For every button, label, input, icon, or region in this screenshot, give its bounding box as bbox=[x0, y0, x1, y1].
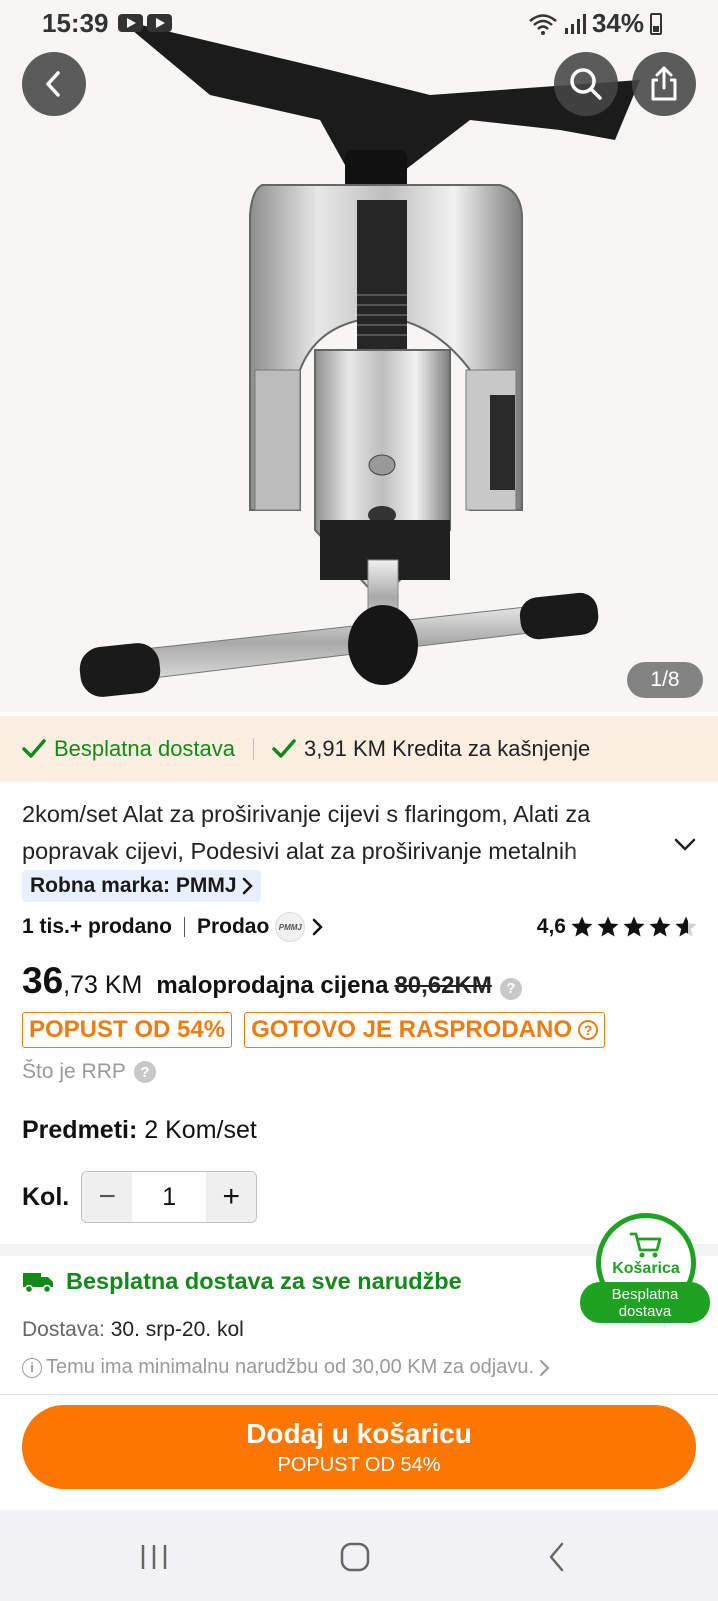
status-right: 34% bbox=[528, 8, 662, 39]
add-to-cart-button[interactable]: Dodaj u košaricu POPUST OD 54% bbox=[22, 1405, 696, 1489]
discount-badge-label: POPUST OD 54% bbox=[29, 1016, 226, 1043]
sold-out-badge[interactable]: GOTOVO JE RASPRODANO ? bbox=[244, 1012, 606, 1048]
battery-icon bbox=[650, 12, 662, 35]
seller-prefix: Prodao bbox=[196, 915, 270, 938]
info-icon: i bbox=[22, 1357, 42, 1378]
star-icon bbox=[597, 916, 619, 937]
chevron-right-icon bbox=[540, 1359, 550, 1376]
rrp-value: 80,62KM bbox=[394, 972, 492, 999]
seller-link[interactable]: Prodao PMMJ bbox=[196, 912, 324, 942]
notification-icons bbox=[118, 14, 172, 32]
gallery-counter: 1/8 bbox=[627, 662, 703, 698]
meta-divider bbox=[183, 917, 185, 937]
chevron-down-icon[interactable] bbox=[674, 838, 696, 852]
minimum-order-text: Temu ima minimalnu narudžbu od 30,00 KM … bbox=[46, 1356, 535, 1378]
add-to-cart-label: Dodaj u košaricu bbox=[246, 1417, 472, 1449]
help-icon: ? bbox=[133, 1061, 156, 1083]
price-row: 36 ,73 KM maloprodajna cijena 80,62KM ? bbox=[22, 960, 522, 1002]
cart-label: Košarica bbox=[612, 1259, 680, 1277]
truck-icon bbox=[23, 1272, 53, 1293]
rating-stars bbox=[570, 915, 698, 939]
bottom-divider bbox=[0, 1394, 718, 1395]
shipping-headline: Besplatna dostava za sve narudžbe bbox=[22, 1268, 462, 1295]
help-icon: ? bbox=[578, 1020, 599, 1040]
what-is-rrp-link[interactable]: Što je RRP ? bbox=[22, 1060, 156, 1084]
floating-cart-button[interactable]: Košarica Besplatna dostava bbox=[580, 1213, 710, 1323]
items-value: 2 Kom/set bbox=[144, 1116, 257, 1144]
items-option[interactable]: Predmeti: 2 Kom/set bbox=[22, 1116, 257, 1145]
brand-link[interactable]: Robna marka: PMMJ bbox=[22, 870, 261, 902]
rating-value: 4,6 bbox=[536, 915, 566, 938]
status-time: 15:39 bbox=[42, 8, 109, 38]
product-image bbox=[79, 20, 640, 697]
chevron-right-icon bbox=[242, 877, 253, 895]
nav-home-icon bbox=[340, 1542, 370, 1572]
benefit-divider bbox=[253, 738, 255, 760]
seller-logo-text: PMMJ bbox=[278, 922, 302, 932]
brand-label: Robna marka: PMMJ bbox=[30, 874, 237, 897]
back-icon bbox=[46, 71, 60, 97]
title-fade bbox=[560, 834, 660, 870]
signal-icon bbox=[564, 13, 586, 34]
quantity-decrease-button[interactable]: − bbox=[82, 1172, 133, 1222]
price-badges: POPUST OD 54% GOTOVO JE RASPRODANO ? bbox=[22, 1012, 606, 1048]
youtube-notification-icon bbox=[118, 14, 143, 32]
check-icon bbox=[22, 739, 46, 758]
rating[interactable]: 4,6 bbox=[537, 915, 698, 939]
quantity-value[interactable]: 1 bbox=[132, 1172, 207, 1222]
delivery-estimate: Dostava: 30. srp-20. kol bbox=[22, 1318, 244, 1342]
wifi-icon bbox=[529, 13, 557, 35]
cart-pill-text: Besplatna dostava bbox=[611, 1285, 679, 1320]
shipping-headline-text: Besplatna dostava za sve narudžbe bbox=[66, 1268, 462, 1294]
price-cents: ,73 KM bbox=[63, 971, 143, 999]
minimum-order-notice[interactable]: i Temu ima minimalnu narudžbu od 30,00 K… bbox=[22, 1356, 550, 1379]
star-icon bbox=[571, 916, 593, 937]
delivery-value: 30. srp-20. kol bbox=[110, 1318, 244, 1341]
help-icon[interactable]: ? bbox=[499, 977, 522, 1000]
credit-label: 3,91 KM Kredita za kašnjenje bbox=[304, 736, 591, 761]
status-bar: 15:39 34% bbox=[0, 0, 718, 48]
quantity-row: Kol. − 1 + bbox=[22, 1171, 258, 1223]
what-is-rrp-label: Što je RRP bbox=[22, 1060, 126, 1083]
discount-badge: POPUST OD 54% bbox=[22, 1012, 233, 1048]
back-button[interactable] bbox=[22, 52, 86, 116]
quantity-increase-button[interactable]: + bbox=[206, 1172, 257, 1222]
nav-recents-icon bbox=[141, 1545, 167, 1569]
add-to-cart-discount: POPUST OD 54% bbox=[277, 1453, 441, 1476]
items-label: Predmeti: bbox=[22, 1116, 138, 1144]
nav-back-icon bbox=[549, 1542, 564, 1572]
nav-home-button[interactable] bbox=[325, 1532, 385, 1582]
star-icon bbox=[623, 916, 645, 937]
free-shipping-label: Besplatna dostava bbox=[54, 736, 236, 761]
seller-logo: PMMJ bbox=[275, 912, 306, 942]
star-icon bbox=[675, 916, 697, 937]
search-icon bbox=[570, 68, 602, 100]
delivery-label: Dostava: bbox=[22, 1318, 105, 1341]
system-nav-bar bbox=[0, 1510, 718, 1601]
check-icon bbox=[272, 739, 296, 758]
nav-recents-button[interactable] bbox=[124, 1532, 184, 1582]
nav-back-button[interactable] bbox=[527, 1532, 587, 1582]
cart-free-shipping-pill: Besplatna dostava bbox=[580, 1282, 710, 1323]
quantity-label: Kol. bbox=[22, 1182, 70, 1211]
cart-icon bbox=[629, 1232, 662, 1257]
rrp-label: maloprodajna cijena bbox=[156, 972, 389, 999]
product-image-gallery[interactable]: 15:39 34% 1/8 bbox=[0, 0, 718, 712]
battery-percent: 34% bbox=[591, 8, 644, 38]
benefits-strip[interactable]: Besplatna dostava 3,91 KM Kredita za kaš… bbox=[0, 716, 718, 782]
credit-benefit: 3,91 KM Kredita za kašnjenje bbox=[272, 736, 590, 762]
free-shipping-benefit: Besplatna dostava bbox=[22, 736, 235, 762]
sold-count: 1 tis.+ prodano bbox=[22, 915, 172, 938]
quantity-stepper: − 1 + bbox=[81, 1171, 258, 1223]
search-button[interactable] bbox=[554, 52, 618, 116]
share-button[interactable] bbox=[632, 52, 696, 116]
sold-out-label: GOTOVO JE RASPRODANO bbox=[251, 1016, 573, 1043]
product-title[interactable]: 2kom/set Alat za proširivanje cijevi s f… bbox=[22, 796, 652, 870]
star-icon bbox=[649, 916, 671, 937]
share-icon bbox=[651, 66, 677, 101]
chevron-right-icon bbox=[313, 918, 324, 936]
price-main: 36 bbox=[22, 960, 64, 1001]
product-meta-row: 1 tis.+ prodano Prodao PMMJ 4,6 bbox=[22, 912, 698, 942]
youtube-notification-icon bbox=[147, 14, 172, 32]
